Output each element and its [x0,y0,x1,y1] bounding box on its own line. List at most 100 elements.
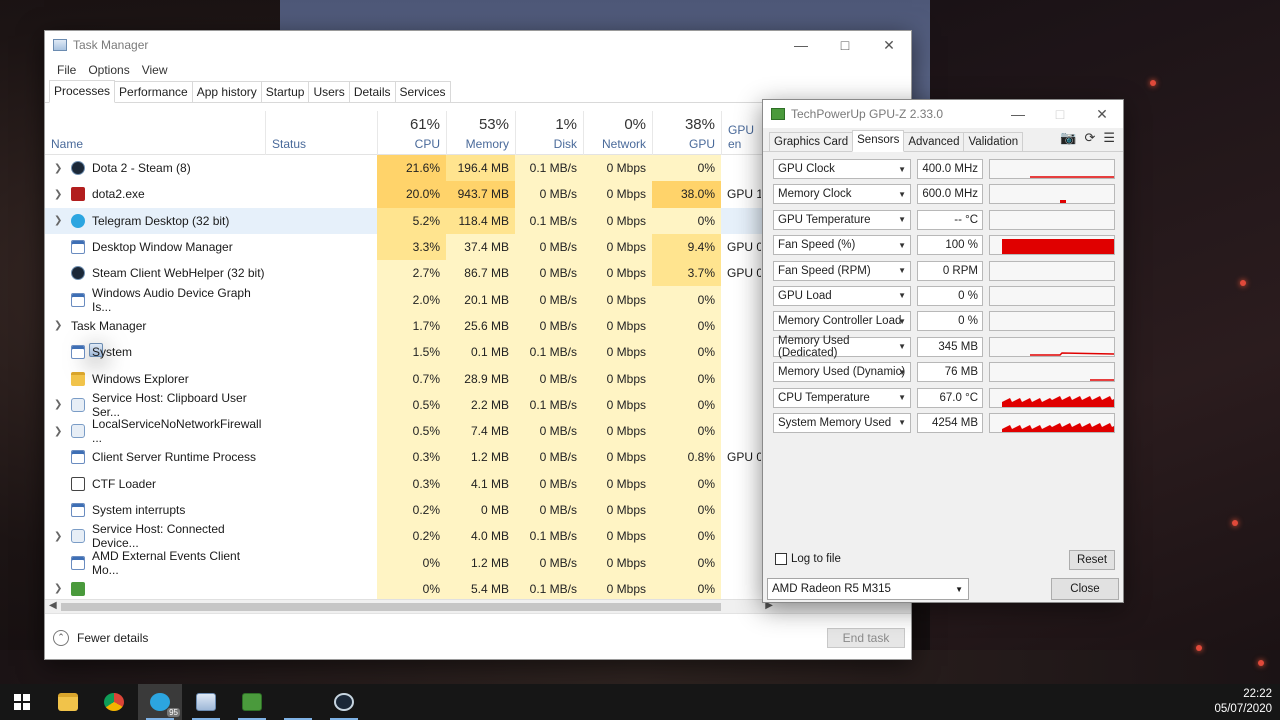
taskbar-task-manager[interactable] [184,684,228,720]
taskbar-steam[interactable] [322,684,366,720]
sensor-graph [989,260,1115,281]
sensor-name-dropdown[interactable]: GPU Clock ▼ [773,159,911,179]
sensor-name-dropdown[interactable]: Fan Speed (%) ▼ [773,235,911,256]
process-name-cell: ❯ dota2.exe [45,181,265,207]
taskbar-gpuz[interactable] [230,684,274,720]
gpu-engine-cell [721,523,761,549]
reset-button[interactable]: Reset [1069,550,1115,570]
gpuz-titlebar[interactable]: TechPowerUp GPU-Z 2.33.0 — □ ✕ [763,100,1123,128]
tab-sensors[interactable]: Sensors [852,130,905,152]
sensor-name-dropdown[interactable]: Memory Used (Dedicated) ▼ [773,335,911,359]
tab-processes[interactable]: Processes [49,80,116,103]
col-memory[interactable]: 53% Memory [446,111,515,155]
col-status[interactable]: Status [265,111,377,155]
expand-chevron-icon[interactable]: ❯ [54,215,62,226]
process-icon [71,581,85,596]
graph-line [1030,176,1114,178]
sensor-name-dropdown[interactable]: GPU Load ▼ [773,285,911,306]
taskbar-telegram[interactable]: 95 [138,684,182,720]
tab-performance[interactable]: Performance [114,81,193,102]
process-name-cell: ❯ Service Host: Clipboard User Ser... [45,391,265,419]
col-disk[interactable]: 1% Disk [515,111,583,155]
col-network[interactable]: 0% Network [583,111,652,155]
process-name-cell: Windows Explorer [45,365,265,391]
expand-chevron-icon[interactable]: ❯ [54,320,62,331]
taskbar-chrome[interactable] [92,684,136,720]
system-clock[interactable]: 22:22 05/07/2020 [1214,687,1272,717]
tab-advanced[interactable]: Advanced [903,132,965,151]
gpu-cell: 0% [652,207,721,234]
sensor-value: 0 RPM [917,260,983,281]
gpuz-minimize-button[interactable]: — [997,100,1039,128]
sensor-name-dropdown[interactable]: Memory Clock ▼ [773,184,911,205]
col-gpu-engine[interactable]: GPU en [721,111,761,155]
tm-titlebar[interactable]: Task Manager — □ ✕ [45,31,911,59]
gpu-engine-cell: GPU 0 - [727,266,761,281]
expand-chevron-icon[interactable]: ❯ [54,531,62,542]
log-to-file-checkbox[interactable]: Log to file [775,553,841,565]
fewer-details-button[interactable]: ⌃ Fewer details [53,629,148,646]
cpu-cell: 0% [377,549,446,576]
expand-chevron-icon[interactable]: ❯ [54,583,62,594]
sensor-row: Memory Used (Dynamic) ▼ 76 MB [773,360,1115,385]
device-select[interactable]: AMD Radeon R5 M315 ▼ [767,578,969,600]
checkbox-icon[interactable] [775,553,787,565]
tab-validation[interactable]: Validation [963,132,1024,151]
gpu-cell: 0% [652,470,721,497]
taskbar-file-explorer[interactable] [46,684,90,720]
process-name-cell: CTF Loader [45,471,265,497]
menu-options[interactable]: Options [82,63,135,77]
tab-app-history[interactable]: App history [191,81,262,102]
cpu-cell: 20.0% [377,181,446,208]
scroll-left-icon[interactable]: ◀ [49,600,57,611]
expand-chevron-icon[interactable]: ❯ [54,426,62,437]
start-button[interactable] [0,684,44,720]
close-button[interactable]: ✕ [867,31,911,59]
camera-icon[interactable]: 📷 [1060,130,1076,146]
end-task-button[interactable]: End task [827,628,905,648]
expand-chevron-icon[interactable]: ❯ [54,189,62,200]
sensor-row: CPU Temperature ▼ 67.0 °C [773,386,1115,411]
menu-file[interactable]: File [51,63,82,77]
maximize-button[interactable]: □ [823,31,867,59]
sensor-name-dropdown[interactable]: Memory Controller Load ▼ [773,311,911,332]
sensor-name-dropdown[interactable]: Memory Used (Dynamic) ▼ [773,362,911,383]
col-name[interactable]: Name [45,111,265,155]
tab-startup[interactable]: Startup [260,81,310,102]
tab-services[interactable]: Services [394,81,451,102]
gpu-engine-cell: GPU 0 - [727,450,761,465]
taskbar-blank-app[interactable] [276,684,320,720]
gpu-engine-cell [721,286,761,312]
gpuz-close-action-button[interactable]: Close [1051,578,1119,600]
col-cpu[interactable]: 61% CPU [377,111,446,155]
disk-cell: 0 MB/s [515,260,583,287]
sensor-name-dropdown[interactable]: Fan Speed (RPM) ▼ [773,260,911,281]
process-name-cell: AMD External Events Client Mo... [45,549,265,577]
tab-graphics-card[interactable]: Graphics Card [769,132,854,151]
tab-details[interactable]: Details [348,81,396,102]
sensor-value: 76 MB [917,362,983,383]
refresh-icon[interactable]: ⟳ [1084,130,1095,146]
sensor-name-dropdown[interactable]: System Memory Used ▼ [773,412,911,433]
wallpaper-ember [1240,280,1246,286]
minimize-button[interactable]: — [779,31,823,59]
gpu-cell: 0% [652,339,721,366]
expand-chevron-icon[interactable]: ❯ [54,163,62,174]
process-name-cell: Client Server Runtime Process [45,444,265,470]
col-gpu[interactable]: 38% GPU [652,111,721,155]
dropdown-arrow-icon: ▼ [898,316,906,326]
gpuz-close-button[interactable]: ✕ [1081,100,1123,128]
menu-view[interactable]: View [136,63,174,77]
hamburger-menu-icon[interactable]: ☰ [1103,130,1115,146]
tab-users[interactable]: Users [308,81,350,102]
expand-chevron-icon[interactable]: ❯ [54,399,62,410]
clock-time: 22:22 [1243,688,1272,700]
network-cell: 0 Mbps [583,523,652,550]
sensor-name-dropdown[interactable]: GPU Temperature ▼ [773,209,911,230]
gpuz-maximize-button[interactable]: □ [1039,100,1081,128]
gpu-engine-cell [721,392,761,418]
gpu-cell: 0% [652,575,721,599]
dropdown-arrow-icon: ▼ [898,342,906,352]
scrollbar-thumb[interactable] [61,603,721,611]
sensor-name-dropdown[interactable]: CPU Temperature ▼ [773,387,911,408]
